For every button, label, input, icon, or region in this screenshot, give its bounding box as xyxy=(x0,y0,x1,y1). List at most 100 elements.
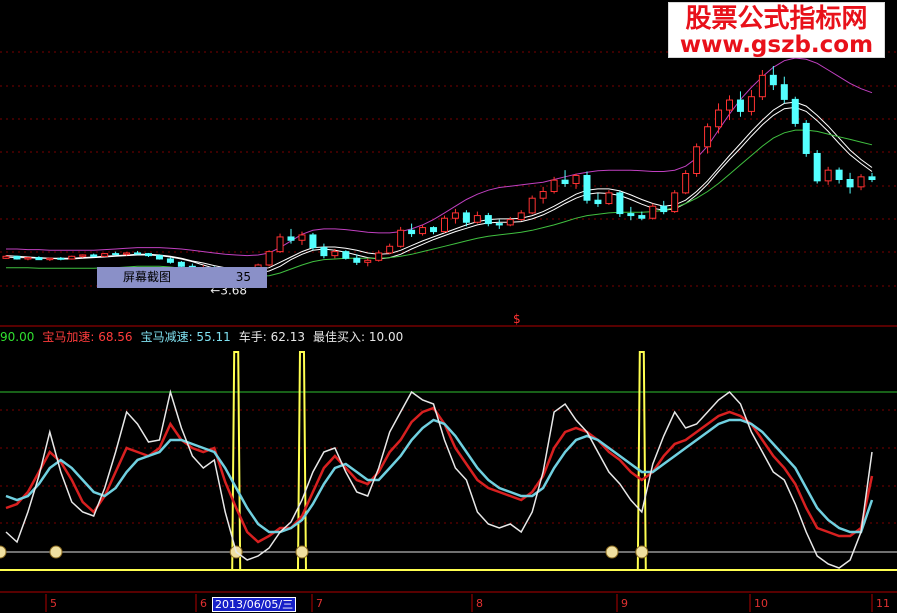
candle-body xyxy=(265,251,273,266)
candle-body xyxy=(375,252,383,261)
candle xyxy=(397,226,405,248)
candle-body xyxy=(638,215,646,219)
candle xyxy=(517,210,525,221)
candle xyxy=(145,252,153,257)
candle-body xyxy=(331,251,339,257)
candle xyxy=(287,228,295,244)
candle-body xyxy=(506,219,514,226)
candle-body xyxy=(627,213,635,217)
candle xyxy=(495,219,503,229)
candle xyxy=(868,172,876,183)
candle-body xyxy=(539,191,547,199)
screenshot-tooltip[interactable]: 屏幕截图 35 xyxy=(97,267,267,288)
candle xyxy=(780,76,788,104)
candle xyxy=(430,226,438,235)
money-bag-shape xyxy=(49,545,63,559)
candle-body xyxy=(68,255,76,260)
candle-body xyxy=(824,169,832,182)
candle xyxy=(605,190,613,205)
candle xyxy=(627,206,635,221)
candle-body xyxy=(605,192,613,205)
candle-body xyxy=(440,217,448,233)
candle xyxy=(112,251,120,256)
candle xyxy=(736,91,744,117)
candle-body xyxy=(24,257,32,260)
indicator-line-2 xyxy=(5,418,874,534)
candle-body xyxy=(572,175,580,185)
candle-body xyxy=(495,223,503,226)
candle-body xyxy=(473,215,481,223)
money-bag-shape xyxy=(605,545,619,559)
candle-body xyxy=(430,227,438,233)
candle xyxy=(375,250,383,262)
buy-signal-spike xyxy=(231,351,242,571)
candle-body xyxy=(704,126,712,148)
dollar-marker: $ xyxy=(513,312,521,326)
candle-body xyxy=(123,252,131,255)
candle xyxy=(616,190,624,217)
x-axis-label: 6 xyxy=(200,597,207,610)
candle-body xyxy=(649,205,657,219)
candle xyxy=(364,258,372,267)
legend-item-3: 宝马减速: 55.11 xyxy=(140,330,231,344)
candle xyxy=(90,253,98,257)
candle xyxy=(715,103,723,134)
candle-body xyxy=(528,197,536,214)
candle xyxy=(166,257,174,264)
candle-body xyxy=(298,234,306,241)
candle xyxy=(101,252,109,257)
candle-body xyxy=(561,179,569,185)
candle-body xyxy=(484,215,492,225)
candle-body xyxy=(145,253,153,257)
buy-signal-spike xyxy=(636,351,647,571)
legend-item-5: 最佳买入: 10.00 xyxy=(313,330,404,344)
candle-body xyxy=(671,192,679,213)
candle xyxy=(134,250,142,255)
candle xyxy=(682,170,690,195)
candle-body xyxy=(276,236,284,253)
candle xyxy=(693,143,701,177)
indicator-legend: 90.00 宝马加速: 68.56 宝马减速: 55.11 车手: 62.13 最佳买入… xyxy=(0,328,411,345)
candle-body xyxy=(517,212,525,221)
candle-body xyxy=(101,253,109,257)
legend-item-1: 90.00 xyxy=(0,330,35,344)
candle-body xyxy=(386,245,394,254)
candle xyxy=(35,256,43,261)
candle-body xyxy=(419,227,427,235)
candle-body xyxy=(342,251,350,259)
candlestick-and-indicator-chart: ←3.68$ 5 6 7 8 9 10 11 xyxy=(0,51,897,612)
candle-body xyxy=(46,257,54,261)
candle-body xyxy=(868,176,876,181)
candle xyxy=(824,166,832,185)
candle-body xyxy=(90,254,98,257)
legend-item-4: 车手: 62.13 xyxy=(238,330,306,344)
tooltip-value: 35 xyxy=(235,270,251,284)
candle-body xyxy=(320,247,328,257)
candle xyxy=(802,120,810,157)
x-axis-label: 8 xyxy=(476,597,483,610)
candle xyxy=(649,203,657,220)
candle-body xyxy=(166,258,174,263)
candle-body xyxy=(715,109,723,128)
candle xyxy=(309,232,317,251)
candle xyxy=(583,171,591,204)
candle xyxy=(473,211,481,224)
watermark-line1: 股票公式指标网 xyxy=(685,4,868,34)
candle xyxy=(419,224,427,236)
candle xyxy=(451,208,459,224)
candle xyxy=(46,257,54,261)
candle-body xyxy=(57,257,65,260)
watermark-line2: www.gszb.com xyxy=(679,32,874,58)
candle xyxy=(857,174,865,191)
candle-body xyxy=(791,98,799,124)
money-bag-icon xyxy=(295,545,309,559)
candle-body xyxy=(364,259,372,263)
candle xyxy=(660,200,668,215)
candle xyxy=(57,256,65,261)
candle-body xyxy=(451,212,459,219)
candle xyxy=(276,233,284,253)
indicator-line-1 xyxy=(5,406,874,544)
candle xyxy=(484,212,492,227)
candle xyxy=(24,256,32,261)
candle-body xyxy=(802,122,810,154)
